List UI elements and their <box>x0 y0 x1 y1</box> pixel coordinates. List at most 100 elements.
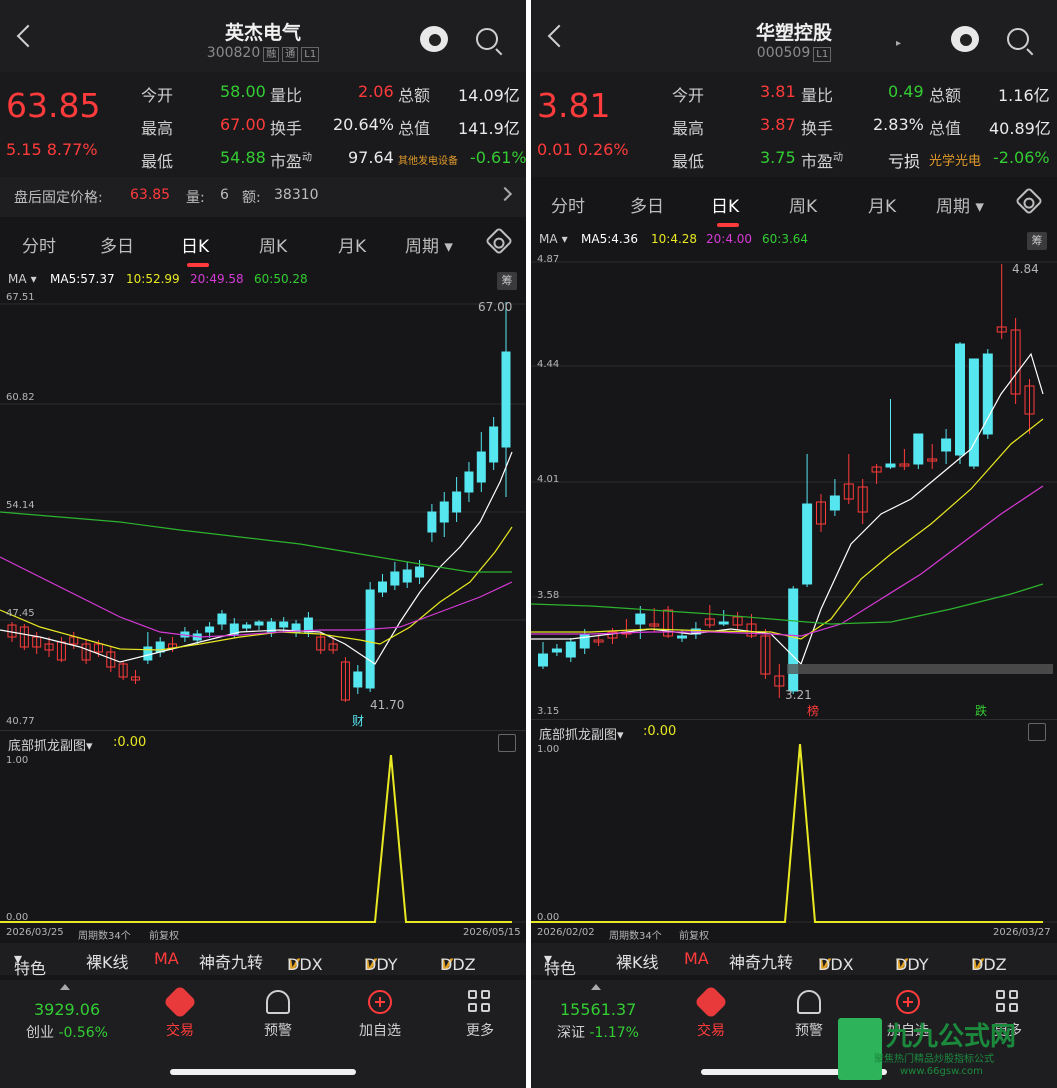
screenshot: 英杰电气 300820 融通 L1 63.85 5.15 8.77% 今开 58.0… <box>0 0 1057 1088</box>
date-axis: 2026/03/25 周期数34个 前复权 2026/05/15 <box>6 927 521 942</box>
after-hours-bar[interactable]: 盘后固定价格: 63.85 量: 6 额: 38310 <box>0 177 526 217</box>
nav-trade[interactable]: 交易 <box>691 985 731 1040</box>
ind-magic-nine[interactable]: 神奇九转 <box>729 949 793 973</box>
sector-name[interactable]: 光学光电 <box>929 150 981 169</box>
candle-body <box>788 588 799 692</box>
sub-chart-header: 底部抓龙副图▾ :0.00 <box>0 730 526 754</box>
settings-icon[interactable] <box>1014 186 1044 216</box>
watermark-subtitle: 聚焦热门精品炒股指标公式 <box>874 1054 994 1065</box>
turnover-label: 换手 <box>801 119 834 138</box>
high-label: 最高 <box>141 119 174 138</box>
tab-weekly-k[interactable]: 周K <box>259 232 287 257</box>
tab-monthly-k[interactable]: 月K <box>868 192 896 217</box>
max-price-label: 67.00 <box>478 300 513 314</box>
ma-selector[interactable]: MA ▾ <box>8 272 37 286</box>
low-value: 3.75 <box>760 148 796 167</box>
ind-ma[interactable]: MA <box>684 949 709 968</box>
signal-line <box>531 744 1043 923</box>
ma20-value: 20:49.58 <box>190 272 244 286</box>
home-indicator <box>170 1069 356 1075</box>
stock-panel-left: 英杰电气 300820 融通 L1 63.85 5.15 8.77% 今开 58.0… <box>0 0 526 1088</box>
last-price: 3.81 <box>537 86 611 125</box>
candle-body <box>254 621 264 626</box>
expand-icon[interactable] <box>1028 723 1046 741</box>
min-price-label: 41.70 <box>370 698 405 712</box>
candle-body <box>439 501 449 523</box>
caret-right-icon[interactable]: ▸ <box>896 38 901 49</box>
volume-ratio-value: 0.49 <box>888 82 924 101</box>
candle-body <box>718 621 729 625</box>
ma60-value: 60:50.28 <box>254 272 308 286</box>
amount-label: 总额 <box>398 86 431 105</box>
open-label: 今开 <box>672 86 705 105</box>
kline-chart[interactable]: 4.87 4.44 4.01 3.58 3.15 4.84 3.21 榜 跌 <box>531 254 1057 719</box>
candle-body <box>427 511 437 533</box>
grid-icon <box>996 990 1020 1014</box>
ind-ma[interactable]: MA <box>154 949 179 968</box>
pe-label: 市盈动 <box>801 152 844 171</box>
candle-body <box>501 351 511 448</box>
robot-assistant-icon[interactable] <box>420 26 448 52</box>
sector-name[interactable]: 其他发电设备 <box>398 152 458 167</box>
ma5-value: MA5:4.36 <box>581 232 638 246</box>
nav-trade[interactable]: 交易 <box>160 985 200 1040</box>
candle-body <box>353 671 363 688</box>
ind-naked-k[interactable]: 裸K线 <box>616 949 659 973</box>
tag-level: L1 <box>813 47 832 62</box>
nav-add-watchlist[interactable]: 加自选 <box>352 990 408 1040</box>
sub-chart-selector[interactable]: 底部抓龙副图▾ <box>539 724 624 743</box>
ind-feature[interactable]: 特色 ▾ <box>14 949 46 978</box>
search-icon[interactable] <box>1007 28 1029 50</box>
tab-period[interactable]: 周期 ▾ <box>405 232 453 257</box>
candle-body <box>279 621 289 628</box>
search-icon[interactable] <box>476 28 498 50</box>
sub-chart-value: :0.00 <box>113 735 147 750</box>
earnings-badge[interactable]: 财 <box>352 712 364 729</box>
kline-svg <box>531 261 1057 698</box>
volume-ratio-label: 量比 <box>801 86 834 105</box>
expand-icon[interactable] <box>498 734 516 752</box>
candle-body <box>551 648 562 653</box>
tab-weekly-k[interactable]: 周K <box>789 192 817 217</box>
index-value[interactable]: 3929.06 <box>34 1000 100 1019</box>
index-value[interactable]: 15561.37 <box>560 1000 636 1019</box>
settings-icon[interactable] <box>484 226 514 256</box>
tab-intraday[interactable]: 分时 <box>22 232 56 257</box>
candle-body <box>982 353 993 435</box>
tab-daily-k[interactable]: 日K <box>181 232 210 267</box>
ranking-badge[interactable]: 榜 <box>807 702 819 719</box>
tab-daily-k[interactable]: 日K <box>711 192 740 227</box>
tab-multiday[interactable]: 多日 <box>630 192 664 217</box>
tab-monthly-k[interactable]: 月K <box>338 232 366 257</box>
tab-multiday[interactable]: 多日 <box>100 232 134 257</box>
min-price-label: 3.21 <box>785 688 812 702</box>
robot-assistant-icon[interactable] <box>951 26 979 52</box>
chips-button[interactable]: 筹 <box>497 272 517 290</box>
drop-badge[interactable]: 跌 <box>975 702 987 719</box>
tab-period[interactable]: 周期 ▾ <box>936 192 984 217</box>
ind-naked-k[interactable]: 裸K线 <box>86 949 129 973</box>
chips-button[interactable]: 筹 <box>1027 232 1047 250</box>
ma5-value: MA5:57.37 <box>50 272 115 286</box>
pe-value: 亏损 <box>888 152 921 171</box>
y-tick-1: 67.51 <box>6 292 35 303</box>
kline-chart[interactable]: 67.51 60.82 54.14 47.45 40.77 67.00 41.7… <box>0 292 526 729</box>
ma-selector[interactable]: MA ▾ <box>539 232 568 246</box>
nav-alert[interactable]: 预警 <box>258 990 298 1040</box>
ind-magic-nine[interactable]: 神奇九转 <box>199 949 263 973</box>
open-value: 3.81 <box>760 82 796 101</box>
chevron-right-icon[interactable] <box>497 186 513 202</box>
ind-feature[interactable]: 特色 ▾ <box>544 949 576 978</box>
candle-body <box>205 626 215 633</box>
nav-alert[interactable]: 预警 <box>789 990 829 1040</box>
sub-chart-selector[interactable]: 底部抓龙副图▾ <box>8 735 93 754</box>
sub-chart: 1.00 0.00 <box>531 744 1057 925</box>
date-axis: 2026/02/02 周期数34个 前复权 2026/03/27 <box>537 927 1051 942</box>
y-tick-1: 4.87 <box>537 254 560 265</box>
index-info[interactable]: 深证 -1.17% <box>557 1022 639 1042</box>
add-circle-icon <box>368 990 392 1014</box>
ma10-line <box>531 418 1044 640</box>
tab-intraday[interactable]: 分时 <box>551 192 585 217</box>
index-info[interactable]: 创业 -0.56% <box>26 1022 108 1042</box>
nav-more[interactable]: 更多 <box>460 990 500 1040</box>
